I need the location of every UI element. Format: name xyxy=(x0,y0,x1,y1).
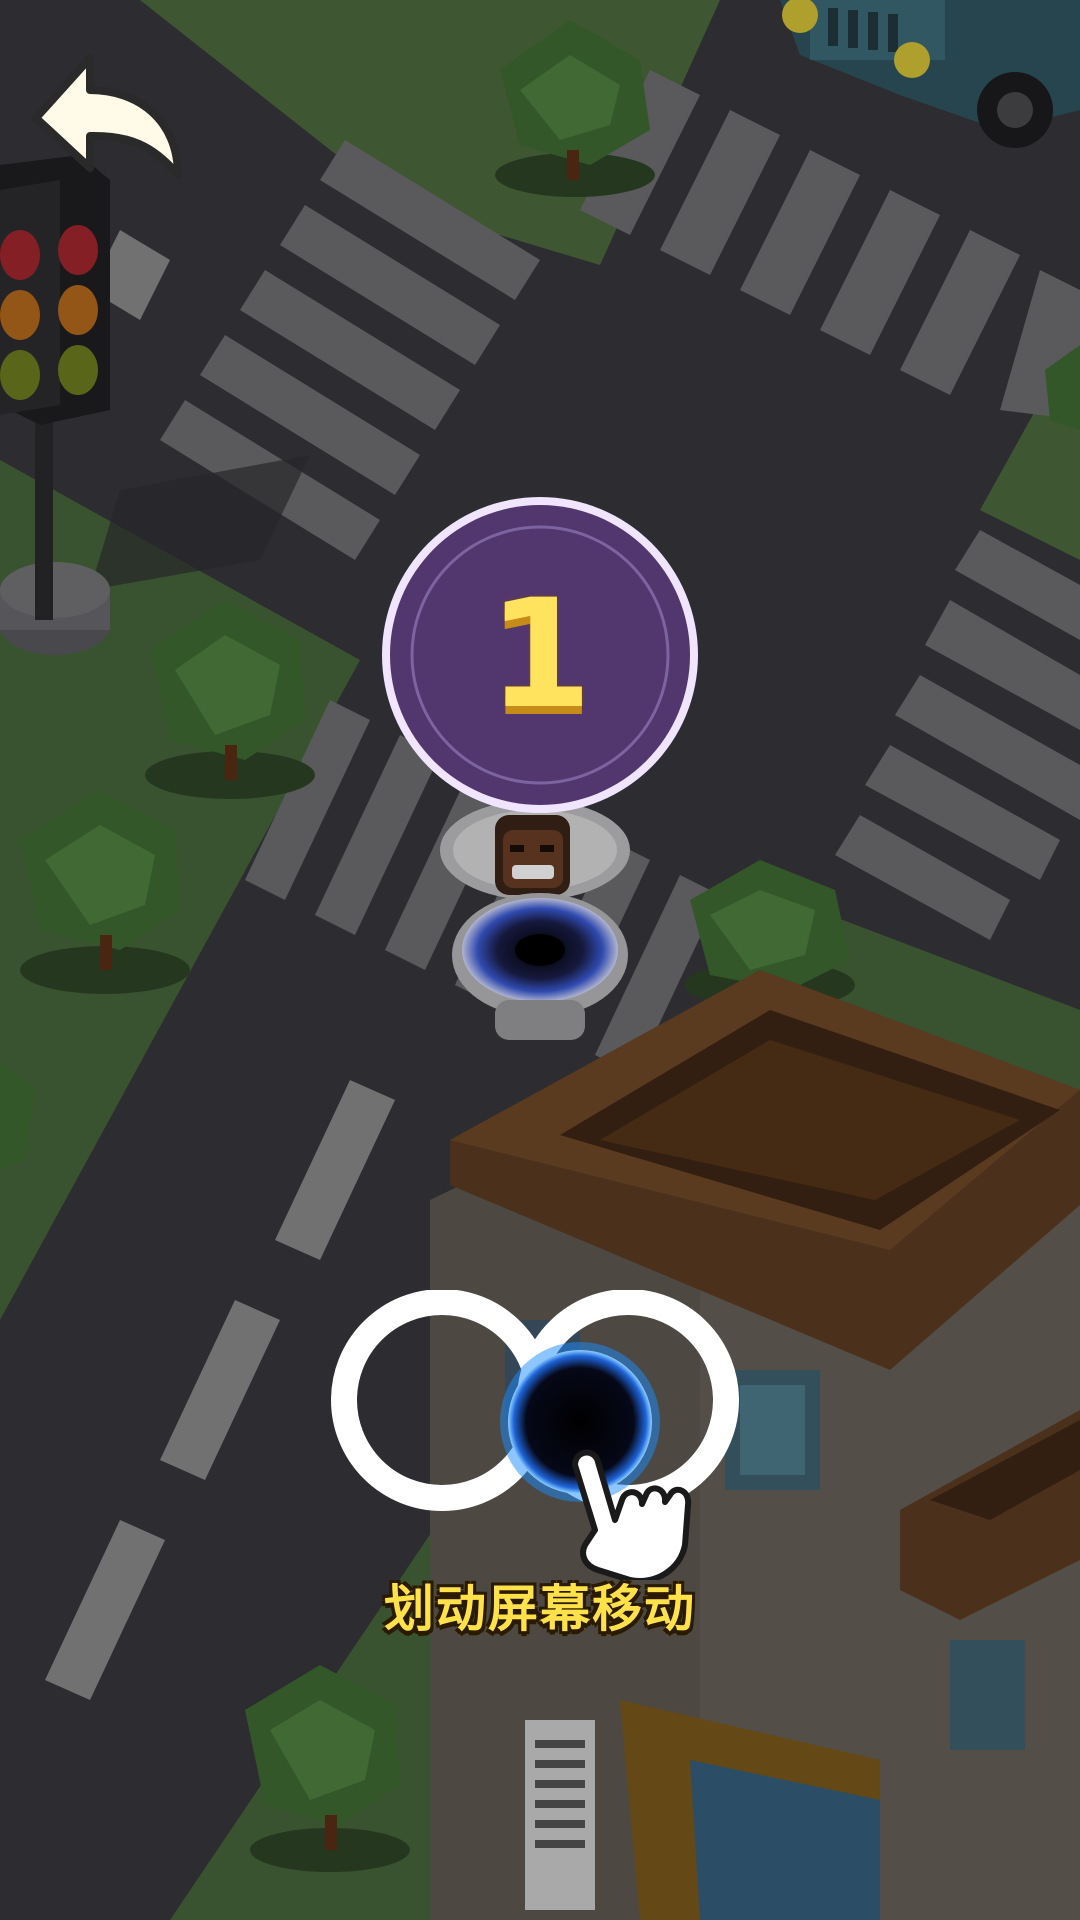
level-number: 1 xyxy=(487,568,593,742)
back-button[interactable] xyxy=(28,40,188,190)
game-screen[interactable]: 1 划动屏幕移动 xyxy=(0,0,1080,1920)
back-arrow-icon xyxy=(32,54,182,179)
swipe-gesture-hint xyxy=(330,1289,750,1584)
infinity-swipe-gesture-icon xyxy=(331,1289,739,1584)
swipe-hint-text: 划动屏幕移动 xyxy=(384,1580,696,1638)
level-badge: 1 xyxy=(380,495,700,815)
